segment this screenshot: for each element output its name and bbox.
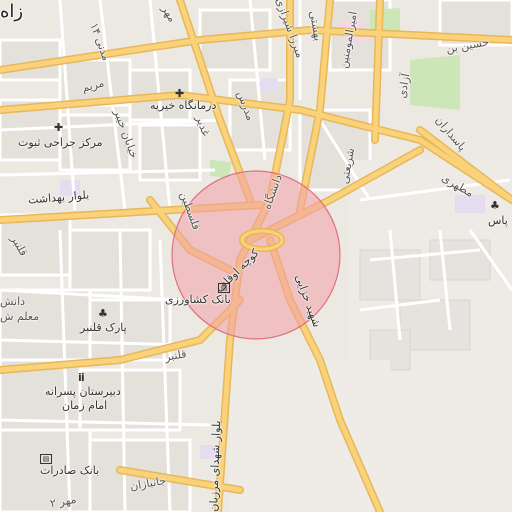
bank-keshavarzi-label: بانک کشاورزی: [165, 293, 231, 306]
map-view[interactable]: زاه مهر میرزا شیرازی بهشتی امیرالمومنین …: [0, 0, 512, 512]
park-area: [370, 8, 400, 32]
tree-icon: ♣: [98, 307, 108, 320]
school-label-line1: دبیرستان پسرانه: [45, 385, 121, 398]
bank-icon: ▤: [40, 454, 52, 464]
tree-icon: ♣: [490, 199, 500, 212]
school-label-line2: امام زمان: [62, 399, 108, 412]
park-area: [410, 55, 460, 110]
clinic-label: درمانگاه خیریه: [150, 99, 217, 112]
surgical-center-label: مرکز جراحی ثبوت: [18, 136, 103, 149]
park-ghanbar-poi[interactable]: ♣: [98, 308, 108, 320]
bank-icon: ▤: [218, 283, 230, 293]
school-poi[interactable]: ⅱ: [78, 372, 85, 384]
street-label-pas: پاس: [488, 214, 508, 227]
school-area: [260, 78, 278, 92]
street-label-moalem: معلم ش: [0, 310, 40, 323]
city-label: زاه: [0, 1, 24, 22]
bank-keshavarzi-poi[interactable]: ▤: [218, 281, 230, 293]
park-ghanbar-label: پارک قلنبر: [80, 321, 127, 334]
school-icon: ⅱ: [78, 371, 85, 384]
street-label-danesh: دانش: [0, 295, 26, 308]
cross-icon: ✚: [54, 121, 64, 134]
bank-saderat-label: بانک صادرات: [40, 464, 100, 477]
park-right-poi[interactable]: ♣: [490, 200, 500, 212]
surgical-center-poi[interactable]: ✚: [54, 122, 63, 134]
bank-saderat-poi[interactable]: ▤: [40, 452, 52, 464]
